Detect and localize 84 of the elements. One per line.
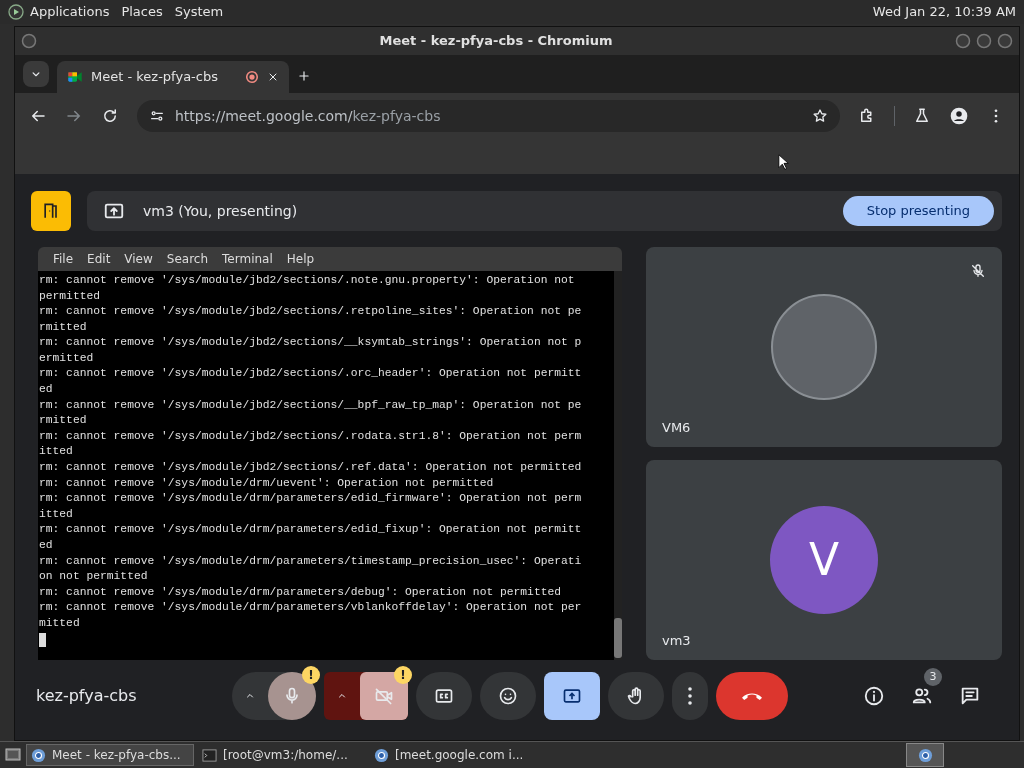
- stop-presenting-button[interactable]: Stop presenting: [842, 195, 994, 226]
- terminal-line: rm: cannot remove '/sys/module/drm/parameters/edid_fixup': Operation not permitt: [39, 522, 583, 538]
- warning-badge: !: [302, 665, 320, 684]
- maximize-button[interactable]: [976, 32, 992, 49]
- exit-button[interactable]: [31, 190, 71, 231]
- emoji-button[interactable]: [480, 671, 536, 720]
- terminal-line: rm: cannot remove '/sys/module/drm/parameters/vblankoffdelay': Operation not per: [39, 600, 583, 616]
- taskbar-item[interactable]: Meet - kez-pfya-cbs...: [26, 744, 194, 767]
- chromium-icon: [31, 747, 46, 763]
- terminal-line: rm: cannot remove '/sys/module/drm/uevent': Operation not permitted: [39, 475, 495, 491]
- text-cursor: [39, 632, 46, 647]
- terminal-line: rm: cannot remove '/sys/module/drm/parameters/timestamp_precision_usec': Operati: [39, 553, 583, 569]
- menu-item[interactable]: Search: [159, 251, 216, 266]
- terminal-line: rm: cannot remove '/sys/module/jbd2/sections/.ref.data': Operation not permitted: [39, 460, 583, 476]
- terminal-line: ed: [39, 538, 54, 553]
- panel-menu[interactable]: Applications: [30, 4, 110, 20]
- camera-button[interactable]: [360, 671, 408, 720]
- terminal-line: mitted: [39, 615, 81, 631]
- close-button[interactable]: [997, 32, 1013, 49]
- camera-off-icon: [374, 685, 394, 706]
- address-bar[interactable]: https://meet.google.com/kez-pfya-cbs: [137, 99, 840, 132]
- terminal-line: rmitted: [39, 319, 88, 335]
- reload-icon[interactable]: [101, 106, 119, 125]
- warning-badge: !: [394, 665, 412, 684]
- terminal-line: rm: cannot remove '/sys/module/jbd2/sections/.retpoline_sites': Operation not pe: [39, 304, 583, 320]
- browser-tab[interactable]: Meet - kez-pfya-cbs: [57, 60, 289, 93]
- window-menu-icon[interactable]: [21, 32, 37, 49]
- menu-item[interactable]: Edit: [80, 251, 118, 266]
- captions-button[interactable]: [416, 671, 472, 720]
- chromium-icon: [917, 747, 933, 763]
- terminal-line: rm: cannot remove '/sys/module/drm/parameters/edid_firmware': Operation not perm: [39, 491, 583, 507]
- raise-hand-button[interactable]: [608, 671, 664, 720]
- avatar-icon: [770, 292, 878, 401]
- more-icon: [688, 686, 692, 705]
- terminal-line: rm: cannot remove '/sys/module/jbd2/sections/.note.gnu.property': Operation not: [39, 272, 576, 288]
- terminal-line: ed: [39, 382, 54, 398]
- minimize-button[interactable]: [955, 32, 971, 49]
- terminal-line: itted: [39, 506, 74, 522]
- terminal-line: rmitted: [39, 413, 88, 429]
- menu-item[interactable]: View: [117, 251, 160, 266]
- terminal-line: ermitted: [39, 350, 95, 366]
- terminal-line: rm: cannot remove '/sys/module/jbd2/sections/__bpf_raw_tp_map': Operation not pe: [39, 397, 583, 413]
- recording-icon: [245, 69, 259, 84]
- terminal-icon: [202, 747, 217, 763]
- participant-name: VM6: [662, 419, 691, 435]
- terminal-line: permitted: [39, 288, 101, 304]
- star-icon[interactable]: [812, 107, 828, 124]
- participant-name: vm3: [662, 632, 691, 648]
- tray-item[interactable]: [906, 743, 944, 768]
- presenting-label: vm3 (You, presenting): [143, 202, 298, 219]
- info-icon: [863, 684, 885, 707]
- mouse-cursor-icon: [778, 152, 790, 172]
- terminal-line: rm: cannot remove '/sys/module/jbd2/sections/__ksymtab_strings': Operation not p: [39, 335, 583, 351]
- flask-icon[interactable]: [913, 106, 931, 125]
- taskbar-item[interactable]: [root@vm3:/home/...: [198, 744, 366, 767]
- app-menu-icon[interactable]: [8, 3, 24, 20]
- menu-item[interactable]: Help: [279, 251, 322, 266]
- terminal-line: rm: cannot remove '/sys/module/jbd2/sections/.orc_header': Operation not permitt: [39, 366, 583, 382]
- present-screen-button[interactable]: [544, 671, 600, 720]
- chromium-icon: [374, 747, 389, 763]
- window-title: Meet - kez-pfya-cbs - Chromium: [378, 33, 614, 49]
- count-badge: 3: [924, 667, 942, 686]
- avatar: V: [770, 505, 878, 614]
- scrollbar[interactable]: [614, 270, 622, 660]
- microphone-button[interactable]: [268, 671, 316, 720]
- menu-item[interactable]: File: [46, 251, 81, 266]
- more-options-button[interactable]: [672, 671, 708, 720]
- new-tab-icon[interactable]: [297, 68, 311, 83]
- leave-call-button[interactable]: [716, 671, 788, 720]
- menu-item[interactable]: Terminal: [215, 251, 280, 266]
- terminal-line: itted: [39, 444, 74, 460]
- panel-menu[interactable]: Places: [121, 4, 163, 20]
- meeting-code: kez-pfya-cbs: [36, 686, 138, 706]
- smiley-icon: [498, 685, 518, 706]
- terminal-line: rm: cannot remove '/sys/module/drm/parameters/debug': Operation not permitted: [39, 584, 562, 600]
- clock: Wed Jan 22, 10:39 AM: [872, 4, 1016, 20]
- panel-menu[interactable]: System: [174, 4, 224, 20]
- terminal-line: rm: cannot remove '/sys/module/jbd2/sections/.rodata.str1.8': Operation not perm: [39, 428, 583, 444]
- url-text: https://meet.google.com/kez-pfya-cbs: [175, 107, 442, 124]
- profile-icon[interactable]: [949, 105, 969, 126]
- scrollbar-thumb[interactable]: [614, 617, 622, 658]
- tab-search-button[interactable]: [23, 60, 49, 87]
- terminal-line: on not permitted: [39, 569, 149, 585]
- taskbar-item[interactable]: [meet.google.com i...: [370, 744, 538, 767]
